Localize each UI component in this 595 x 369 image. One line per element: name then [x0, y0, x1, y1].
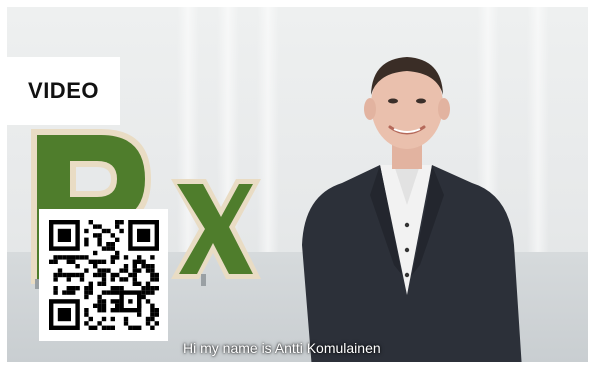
- video-card: Hi my name is Antti Komulainen VIDEO: [0, 0, 595, 369]
- video-subtitle: Hi my name is Antti Komulainen: [183, 340, 381, 356]
- qr-code-icon: [48, 220, 159, 330]
- video-badge: VIDEO: [7, 57, 120, 125]
- presenter-figure: [302, 57, 522, 362]
- qr-code[interactable]: [39, 209, 168, 341]
